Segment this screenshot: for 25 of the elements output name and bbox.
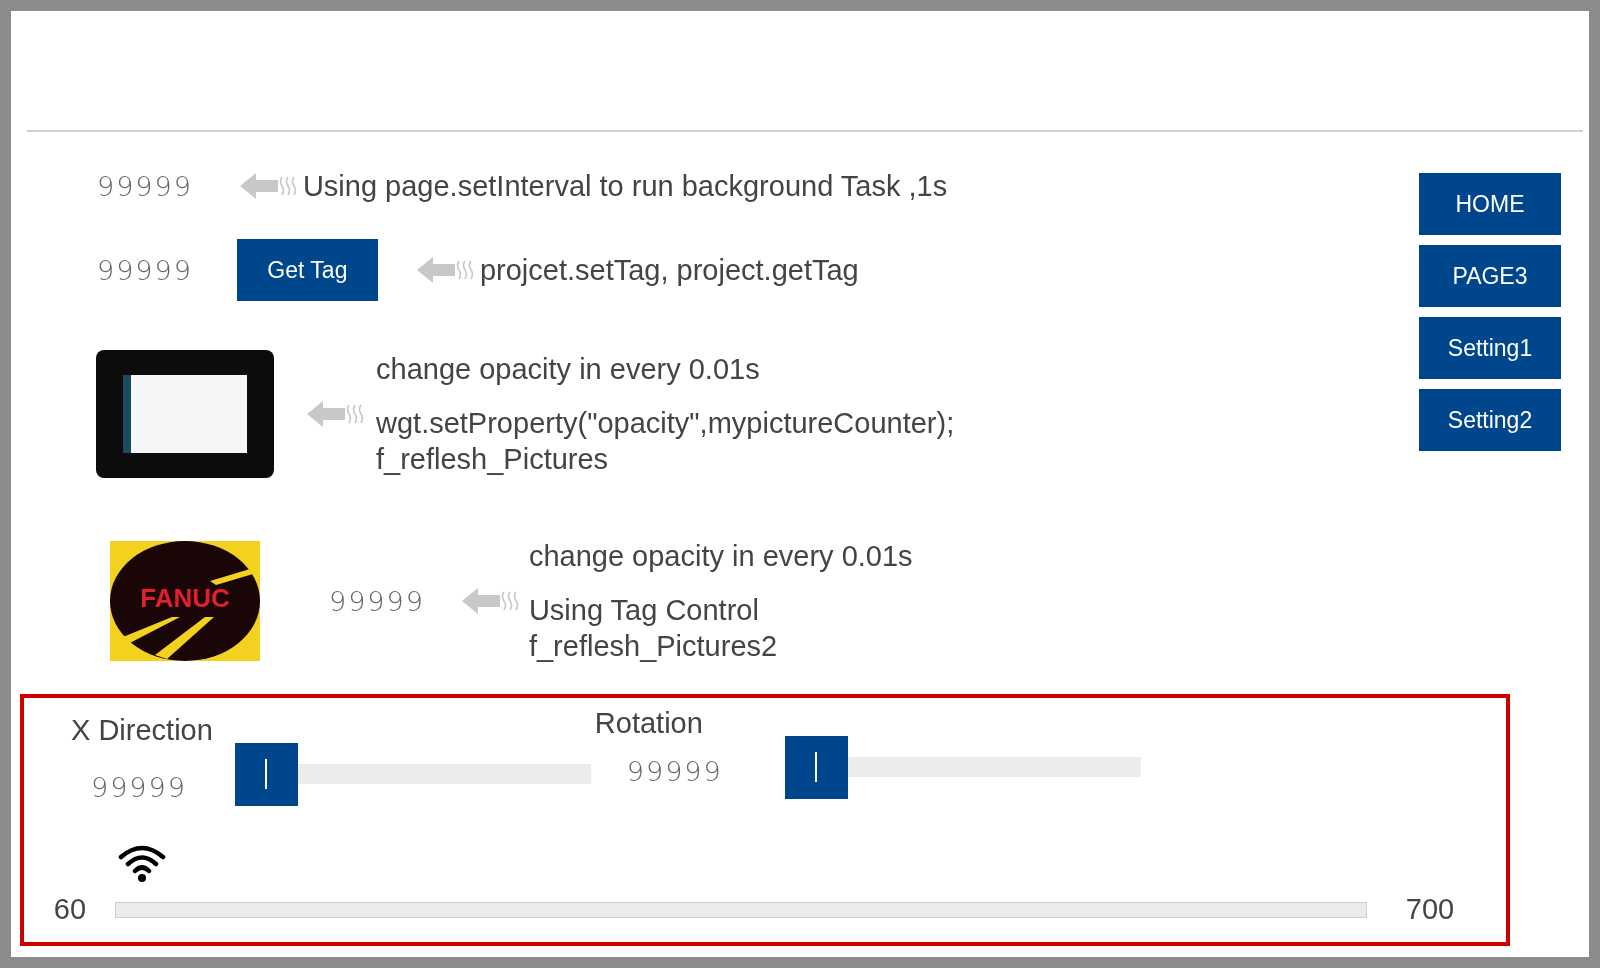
range-max-label: 700 xyxy=(1404,893,1456,926)
slider-label: X Direction xyxy=(71,713,213,748)
nav-button[interactable]: Setting1 xyxy=(1419,317,1561,379)
counter-value: 99999 xyxy=(97,254,193,286)
range-min-label: 60 xyxy=(52,893,88,926)
function-name-text: f_reflesh_Pictures xyxy=(376,442,610,477)
description-text: Using page.setInterval to run background Task ,1s xyxy=(302,169,948,204)
nav-button[interactable]: PAGE3 xyxy=(1419,245,1561,307)
description-text: Using Tag Control xyxy=(528,593,760,628)
description-text: change opacity in every 0.01s xyxy=(376,352,761,387)
nav-button[interactable]: HOME xyxy=(1419,173,1561,235)
function-name-text: f_reflesh_Pictures2 xyxy=(528,629,779,664)
nav-button[interactable]: Setting2 xyxy=(1419,389,1561,451)
slider-value: 99999 xyxy=(91,772,188,803)
slider-handle[interactable] xyxy=(234,743,298,806)
code-text: wgt.setProperty("opacity",mypictureCounter); xyxy=(376,406,955,441)
description-text: projcet.setTag, project.getTag xyxy=(479,253,859,288)
slider-value: 99999 xyxy=(626,756,723,787)
counter-value: 99999 xyxy=(329,585,425,617)
slider-label: Rotation xyxy=(594,706,704,741)
counter-value: 99999 xyxy=(97,170,193,202)
get-tag-button[interactable]: Get Tag xyxy=(236,239,378,301)
description-text: change opacity in every 0.01s xyxy=(528,539,913,574)
slider-handle[interactable] xyxy=(784,736,848,799)
logo: FANUC xyxy=(110,541,260,661)
